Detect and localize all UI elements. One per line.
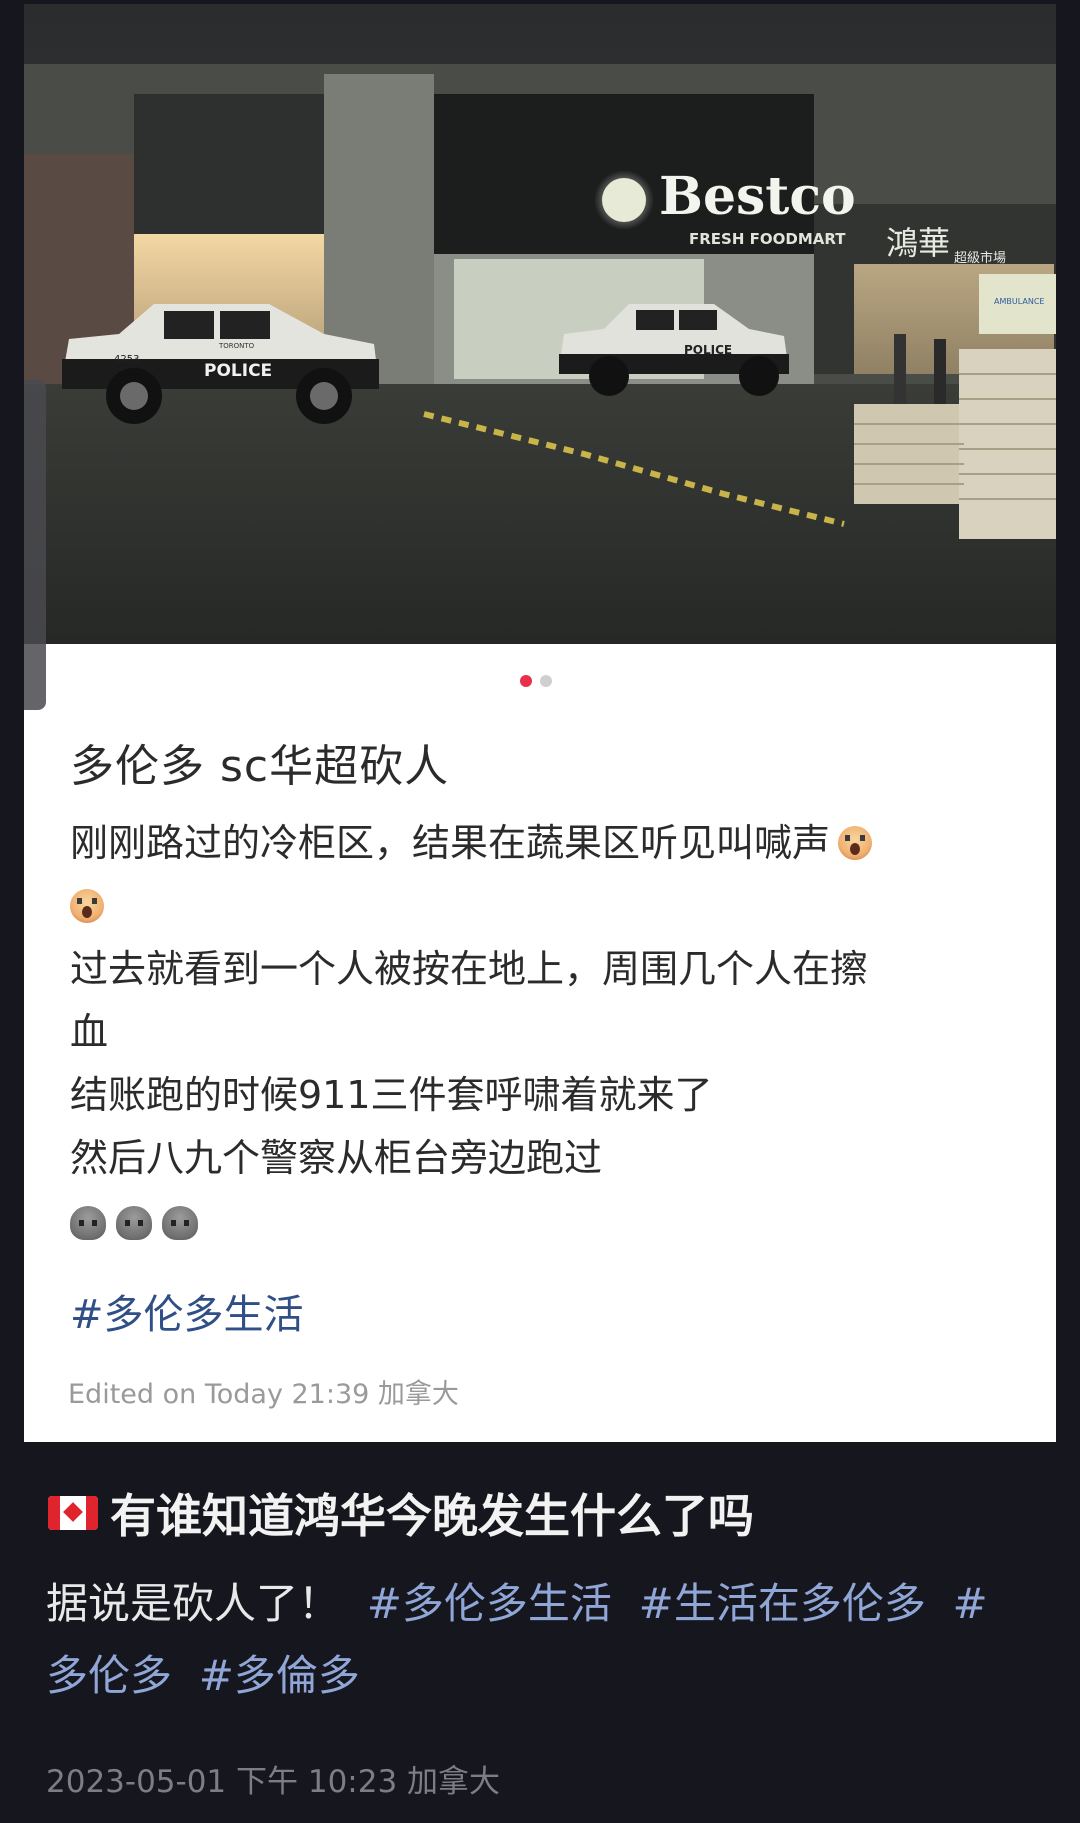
embedded-post-edited-time: Edited on Today 21:39 加拿大 bbox=[68, 1379, 459, 1410]
embedded-post-title: 多伦多 sc华超砍人 bbox=[70, 741, 450, 792]
carousel-dot[interactable] bbox=[540, 675, 552, 687]
scream-emoji-icon bbox=[838, 826, 873, 860]
post-tag[interactable]: #多倫多 bbox=[199, 1651, 360, 1700]
ambulance-label: AMBULANCE bbox=[994, 297, 1044, 306]
embedded-post-hashtag[interactable]: #多伦多生活 bbox=[70, 1282, 304, 1340]
body-line-2 bbox=[70, 875, 1010, 938]
screenshot-page: Bestco FRESH FOODMART 鴻華 超級市場 POLICE TOR… bbox=[0, 0, 1080, 1823]
post-body-text: 据说是砍人了！ bbox=[46, 1579, 341, 1628]
post-body: 据说是砍人了！ #多伦多生活 #生活在多伦多 # 多伦多 #多倫多 bbox=[46, 1568, 1046, 1712]
post-photo[interactable]: Bestco FRESH FOODMART 鴻華 超級市場 POLICE TOR… bbox=[24, 4, 1056, 644]
body-line-5: 结账跑的时候911三件套呼啸着就来了 bbox=[70, 1073, 713, 1117]
police-car-left-label: POLICE bbox=[204, 361, 272, 381]
embedded-post-body: 刚刚路过的冷柜区，结果在蔬果区听见叫喊声 过去就看到一个人被按在地上，周围几个人… bbox=[70, 812, 1010, 1259]
post-date: 2023-05-01 下午 10:23 加拿大 bbox=[46, 1764, 501, 1800]
police-car-left-number: 4253 bbox=[114, 354, 139, 365]
carousel-indicator bbox=[520, 675, 552, 687]
body-line-6: 然后八九个警察从柜台旁边跑过 bbox=[70, 1136, 603, 1180]
post-tag[interactable]: #多伦多生活 bbox=[367, 1579, 612, 1628]
poop-emoji-icon bbox=[116, 1206, 152, 1240]
canada-flag-icon bbox=[48, 1496, 98, 1530]
carousel-dot-active[interactable] bbox=[520, 675, 532, 687]
store-sign-chinese-sub: 超級市場 bbox=[954, 250, 1006, 266]
poop-emoji-icon bbox=[162, 1206, 198, 1240]
post-tag[interactable]: 多伦多 bbox=[46, 1651, 172, 1700]
side-drawer-handle[interactable] bbox=[24, 380, 46, 710]
police-car-left-top: TORONTO bbox=[218, 342, 255, 350]
police-car-right-label: POLICE bbox=[684, 343, 732, 357]
body-line-emojis bbox=[70, 1190, 1010, 1259]
post-tag[interactable]: #生活在多伦多 bbox=[639, 1579, 926, 1628]
body-line-1: 刚刚路过的冷柜区，结果在蔬果区听见叫喊声 bbox=[70, 812, 1010, 875]
store-sign-sub: FRESH FOODMART bbox=[689, 230, 846, 248]
body-line-3: 过去就看到一个人被按在地上，周围几个人在擦 bbox=[70, 947, 869, 991]
poop-emoji-icon bbox=[70, 1206, 106, 1240]
post-title-row: 有谁知道鸿华今晚发生什么了吗 bbox=[48, 1480, 754, 1546]
post-tag[interactable]: # bbox=[953, 1579, 988, 1628]
post-title: 有谁知道鸿华今晚发生什么了吗 bbox=[110, 1489, 754, 1543]
store-sign-chinese: 鴻華 bbox=[886, 224, 950, 262]
body-line-4: 血 bbox=[70, 1010, 109, 1054]
store-sign-name: Bestco bbox=[659, 166, 856, 227]
scream-emoji-icon bbox=[70, 889, 104, 923]
